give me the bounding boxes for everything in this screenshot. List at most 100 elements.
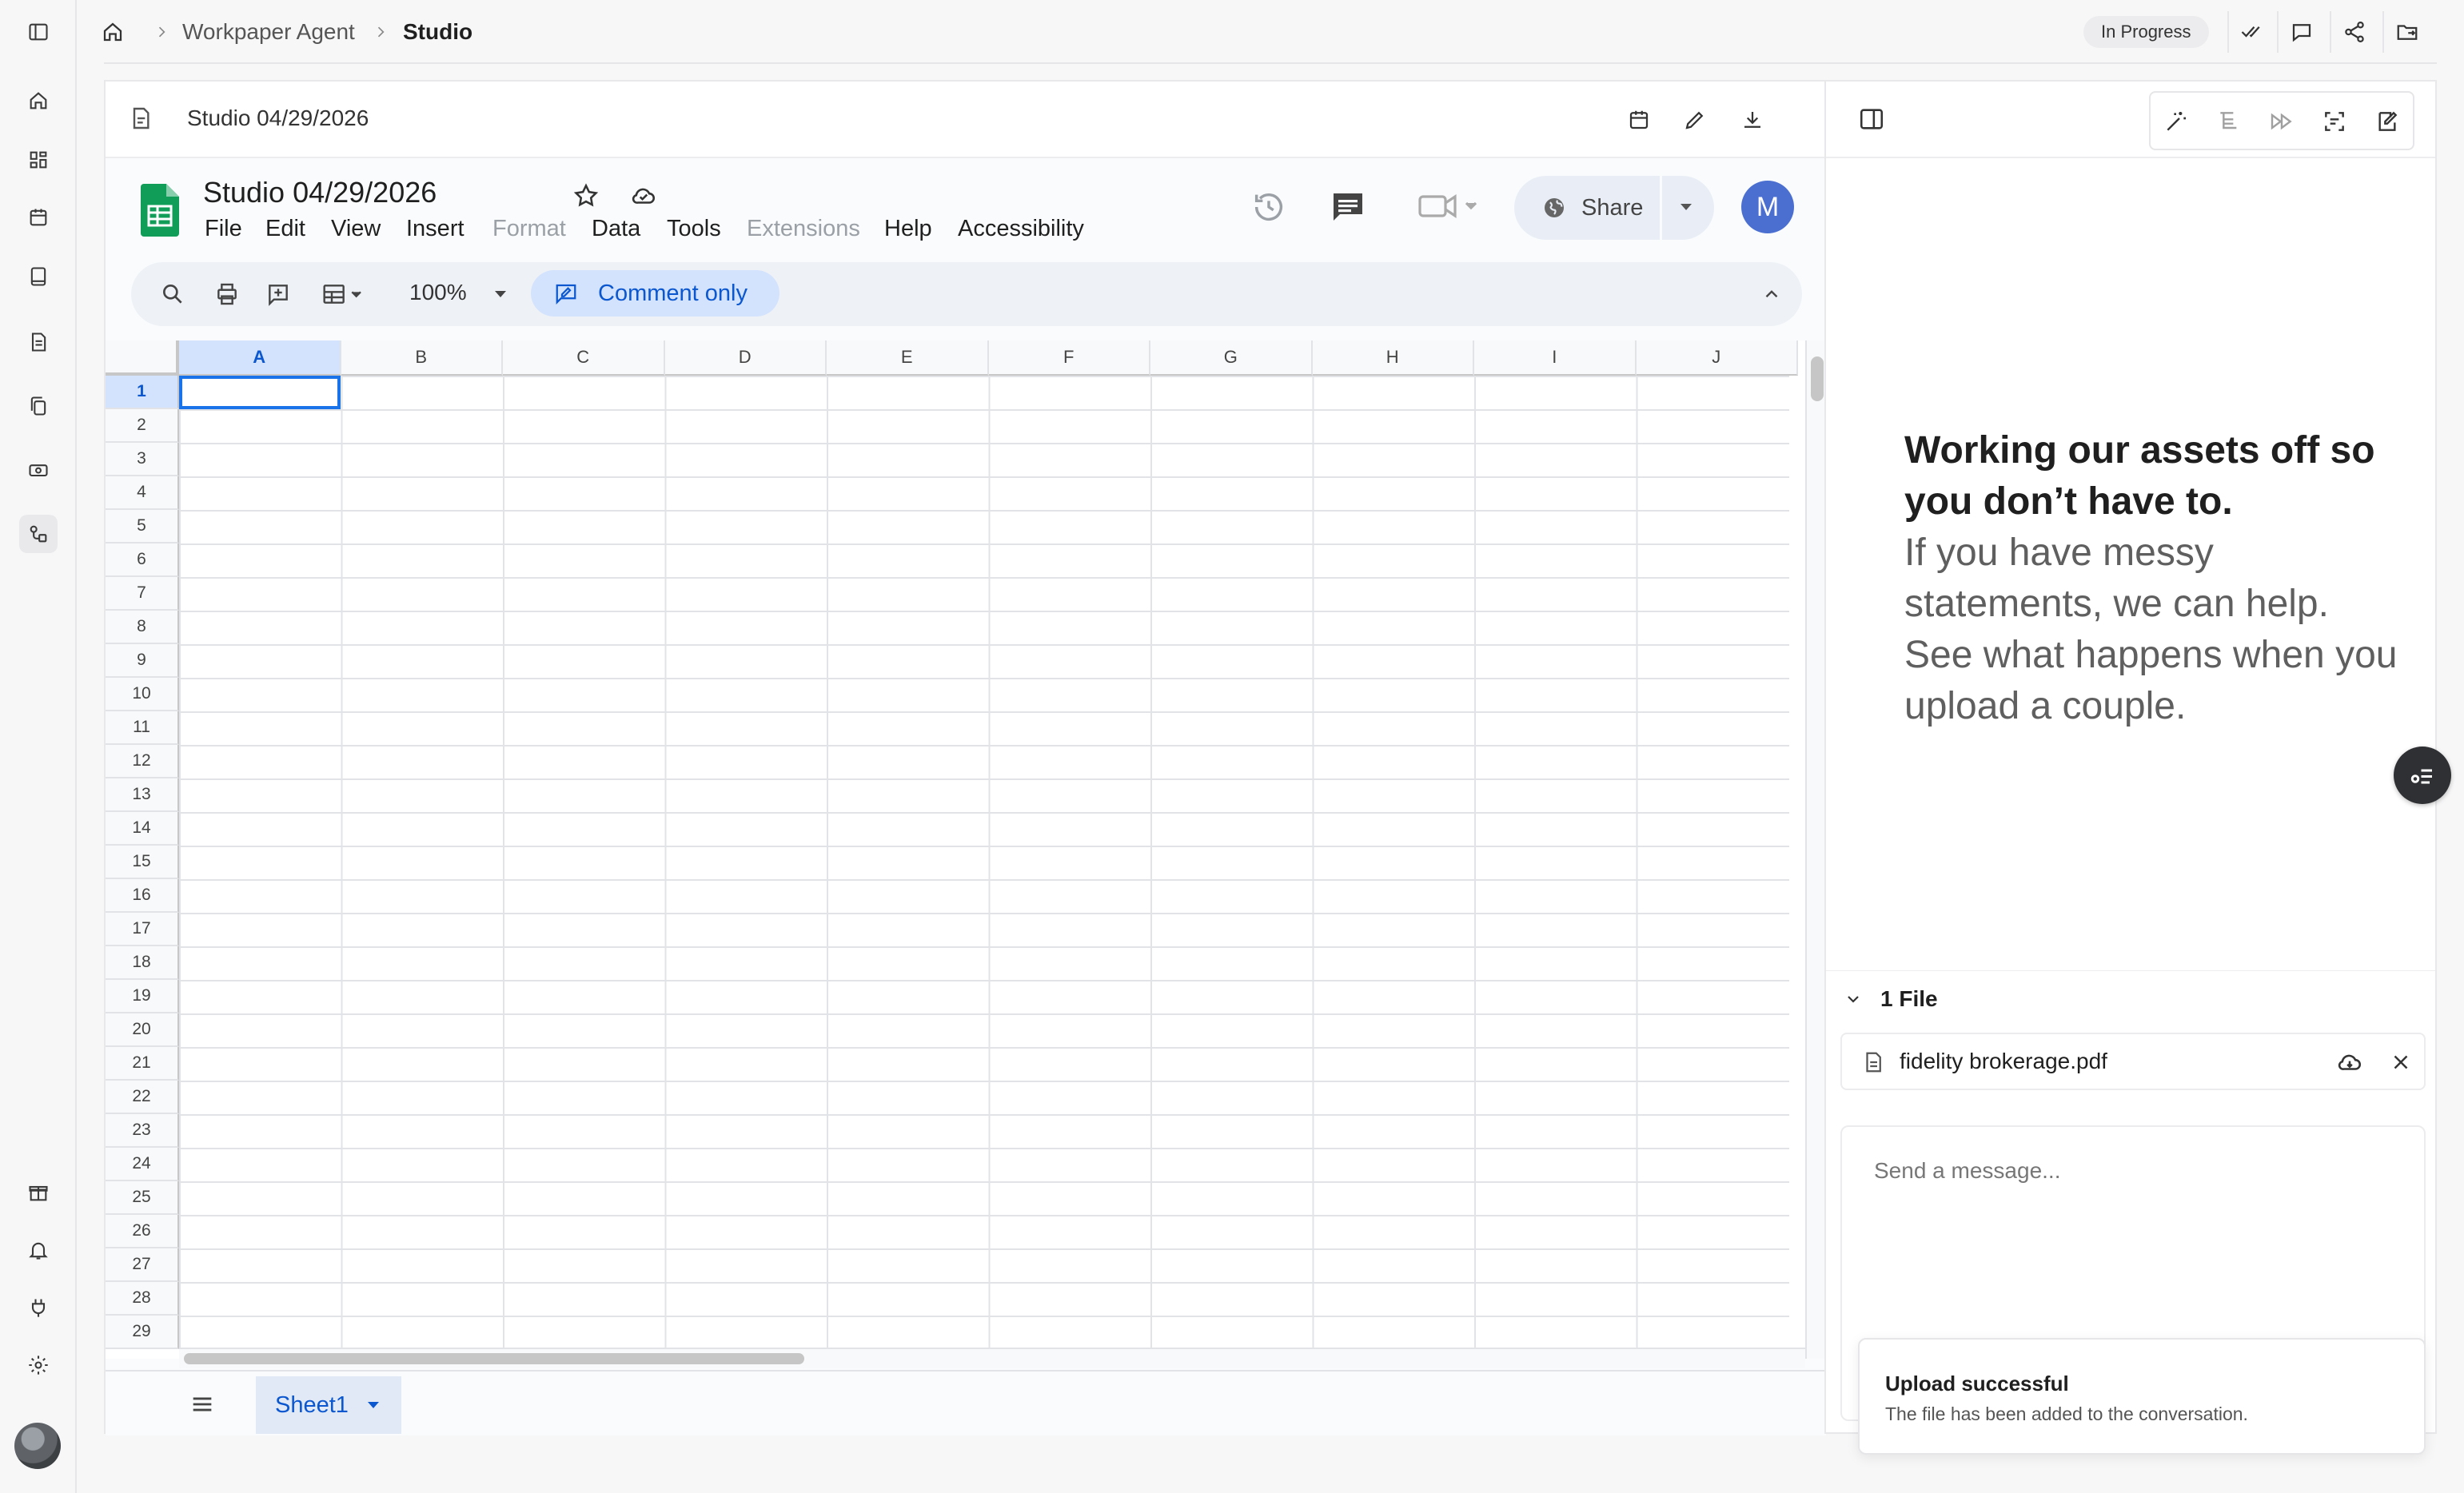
menu-extensions[interactable]: Extensions	[747, 216, 860, 242]
pencil-icon[interactable]	[1677, 102, 1712, 137]
column-header[interactable]: F	[988, 340, 1150, 376]
double-check-icon[interactable]	[2227, 11, 2275, 53]
row-header[interactable]: 3	[106, 443, 179, 476]
breadcrumb-home-icon[interactable]	[101, 16, 125, 48]
version-history-icon[interactable]	[1250, 189, 1287, 225]
zoom-caret-icon[interactable]	[484, 278, 516, 310]
notes-edit-icon[interactable]	[2370, 104, 2405, 139]
breadcrumb-workpaper-agent[interactable]: Workpaper Agent	[182, 16, 355, 48]
row-header[interactable]: 10	[106, 678, 179, 711]
row-header[interactable]: 11	[106, 711, 179, 745]
row-header[interactable]: 17	[106, 913, 179, 946]
bell-icon[interactable]	[19, 1231, 58, 1269]
row-header[interactable]: 29	[106, 1316, 179, 1349]
spreadsheet-grid[interactable]: A B C D E F G H I J 1 2 3 4 5 6 7 8 9 10 11 12 13 14 15 16 17 18 19 2…	[106, 340, 1808, 1359]
sidebar-toggle-icon[interactable]	[19, 13, 58, 51]
column-header[interactable]: H	[1312, 340, 1474, 376]
row-header[interactable]: 1	[106, 376, 179, 409]
comment-only-mode-button[interactable]: Comment only	[531, 270, 779, 317]
close-icon[interactable]	[2389, 1050, 2413, 1074]
files-toggle[interactable]: 1 File	[1844, 986, 1938, 1012]
collapse-toolbar-icon[interactable]	[1756, 278, 1788, 310]
column-header[interactable]: B	[341, 340, 503, 376]
share-nodes-icon[interactable]	[2330, 11, 2378, 53]
column-header[interactable]: E	[827, 340, 989, 376]
document-icon[interactable]	[19, 323, 58, 361]
column-header[interactable]: J	[1636, 340, 1798, 376]
cloud-status-icon[interactable]	[628, 182, 659, 209]
row-header[interactable]: 22	[106, 1081, 179, 1114]
menu-insert[interactable]: Insert	[406, 216, 464, 242]
calendar-refresh-icon[interactable]	[1621, 102, 1657, 137]
row-header[interactable]: 14	[106, 812, 179, 846]
gear-icon[interactable]	[19, 1346, 58, 1384]
row-header[interactable]: 24	[106, 1148, 179, 1181]
search-icon[interactable]	[157, 278, 189, 310]
menu-tools[interactable]: Tools	[667, 216, 721, 242]
dashboard-icon[interactable]	[19, 141, 58, 179]
sheet-tab-caret-icon[interactable]	[366, 1399, 381, 1411]
row-header[interactable]: 18	[106, 946, 179, 980]
user-avatar[interactable]	[14, 1423, 61, 1469]
menu-format[interactable]: Format	[492, 216, 566, 242]
calendar-icon[interactable]	[19, 198, 58, 237]
horizontal-scrollbar[interactable]	[179, 1348, 1805, 1368]
column-header[interactable]: A	[179, 340, 341, 376]
all-sheets-menu-icon[interactable]	[189, 1391, 216, 1418]
row-header[interactable]: 6	[106, 543, 179, 577]
home-icon[interactable]	[19, 82, 58, 120]
plug-icon[interactable]	[19, 1288, 58, 1327]
row-header[interactable]: 16	[106, 879, 179, 913]
workflow-icon[interactable]	[19, 515, 58, 553]
row-header[interactable]: 23	[106, 1114, 179, 1148]
row-header[interactable]: 13	[106, 778, 179, 812]
menu-help[interactable]: Help	[884, 216, 932, 242]
add-comment-icon[interactable]	[262, 278, 294, 310]
cloud-sync-icon[interactable]	[2336, 1049, 2363, 1076]
row-header[interactable]: 4	[106, 476, 179, 510]
comments-icon[interactable]	[1329, 187, 1367, 225]
magic-wand-icon[interactable]	[2159, 104, 2194, 139]
row-header[interactable]: 20	[106, 1013, 179, 1047]
row-header[interactable]: 12	[106, 745, 179, 778]
copy-icon[interactable]	[19, 387, 58, 425]
row-header[interactable]: 8	[106, 611, 179, 644]
row-header[interactable]: 27	[106, 1248, 179, 1282]
message-input[interactable]	[1874, 1151, 2386, 1191]
tasks-fab-icon[interactable]	[2394, 746, 2451, 804]
download-icon[interactable]	[1735, 102, 1770, 137]
row-header[interactable]: 9	[106, 644, 179, 678]
column-header[interactable]: G	[1150, 340, 1313, 376]
row-header[interactable]: 2	[106, 409, 179, 443]
book-icon[interactable]	[19, 257, 58, 296]
row-header[interactable]: 28	[106, 1282, 179, 1316]
row-header[interactable]: 21	[106, 1047, 179, 1081]
folder-move-icon[interactable]	[2382, 11, 2430, 53]
select-all-corner[interactable]	[106, 340, 179, 376]
menu-edit[interactable]: Edit	[265, 216, 305, 242]
column-header[interactable]: C	[503, 340, 665, 376]
meet-video-icon[interactable]	[1417, 190, 1481, 222]
share-button[interactable]: Share	[1514, 176, 1714, 240]
vertical-scrollbar[interactable]	[1805, 340, 1826, 1359]
attached-file[interactable]: fidelity brokerage.pdf	[1840, 1033, 2426, 1090]
scan-text-icon[interactable]	[2317, 104, 2352, 139]
spreadsheet-title[interactable]: Studio 04/29/2026	[203, 176, 437, 209]
sheet-tab-sheet1[interactable]: Sheet1	[256, 1376, 401, 1434]
gift-icon[interactable]	[19, 1173, 58, 1212]
menu-accessibility[interactable]: Accessibility	[958, 216, 1084, 242]
money-icon[interactable]	[19, 451, 58, 489]
column-header[interactable]: D	[664, 340, 827, 376]
print-icon[interactable]	[211, 278, 243, 310]
account-avatar[interactable]: M	[1741, 181, 1794, 233]
row-header[interactable]: 5	[106, 510, 179, 543]
zoom-level[interactable]: 100%	[409, 280, 467, 305]
fast-forward-icon[interactable]	[2264, 104, 2299, 139]
column-header[interactable]: I	[1474, 340, 1637, 376]
tree-list-icon[interactable]	[2211, 104, 2247, 139]
menu-file[interactable]: File	[205, 216, 242, 242]
menu-view[interactable]: View	[331, 216, 381, 242]
table-options-icon[interactable]	[317, 278, 373, 310]
star-icon[interactable]	[572, 182, 600, 209]
panel-toggle-icon[interactable]	[1858, 106, 1885, 133]
